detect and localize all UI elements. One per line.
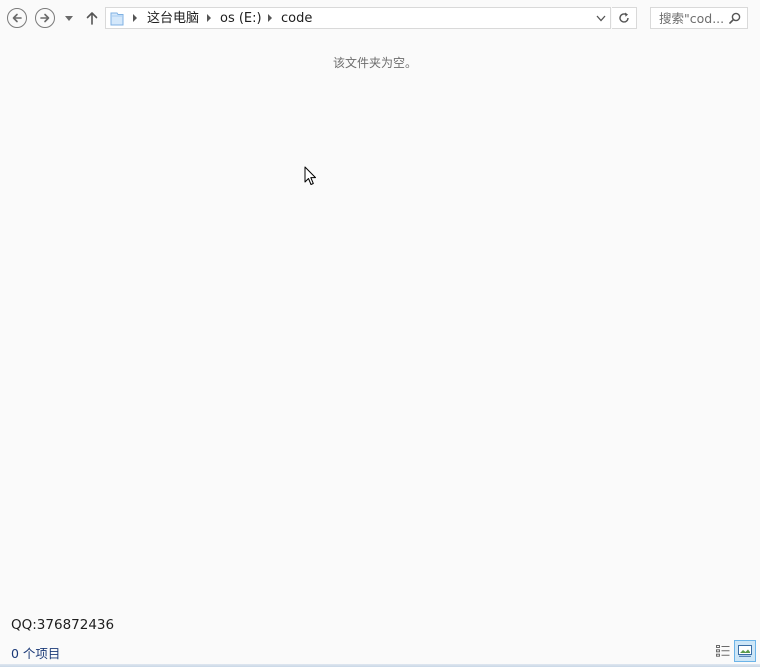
status-bar: 0 个项目 — [0, 638, 760, 667]
chevron-down-icon — [596, 15, 606, 21]
forward-button[interactable] — [35, 8, 55, 28]
overlay-text: QQ:376872436 — [11, 617, 115, 633]
large-icons-view-icon — [738, 645, 752, 657]
empty-folder-message: 该文件夹为空。 — [332, 56, 417, 70]
explorer-window: 这台电脑 os (E:) code 搜索"cod... 该文件夹为空。 QQ:3… — [0, 0, 760, 667]
arrow-left-circle-icon — [12, 13, 22, 23]
address-bar[interactable]: 这台电脑 os (E:) code — [105, 7, 611, 29]
details-view-button[interactable] — [714, 642, 732, 660]
file-list-area[interactable]: 该文件夹为空。 QQ:376872436 — [0, 38, 760, 638]
breadcrumb-drive[interactable]: os (E:) — [220, 10, 262, 27]
large-icons-view-button[interactable] — [734, 640, 756, 662]
recent-locations-button[interactable] — [63, 13, 75, 23]
back-button[interactable] — [7, 8, 27, 28]
breadcrumb-separator[interactable] — [207, 14, 211, 22]
mouse-cursor-icon — [304, 166, 316, 185]
navigation-bar: 这台电脑 os (E:) code 搜索"cod... — [0, 0, 760, 38]
refresh-button[interactable] — [612, 7, 637, 29]
search-icon[interactable] — [729, 12, 741, 24]
breadcrumb-separator[interactable] — [133, 14, 137, 22]
folder-icon — [110, 12, 124, 26]
breadcrumb-this-pc[interactable]: 这台电脑 — [147, 10, 199, 27]
address-history-dropdown[interactable] — [595, 12, 607, 24]
search-placeholder[interactable]: 搜索"cod... — [659, 10, 723, 27]
chevron-down-icon — [65, 15, 73, 21]
arrow-up-icon — [86, 12, 98, 25]
breadcrumb-separator[interactable] — [268, 14, 272, 22]
item-count: 0 个项目 — [11, 646, 61, 661]
refresh-icon — [619, 12, 629, 23]
details-view-icon — [716, 645, 730, 657]
breadcrumb-code[interactable]: code — [281, 10, 312, 27]
up-button[interactable] — [83, 8, 101, 28]
search-box[interactable]: 搜索"cod... — [650, 7, 748, 29]
arrow-right-circle-icon — [40, 13, 50, 23]
